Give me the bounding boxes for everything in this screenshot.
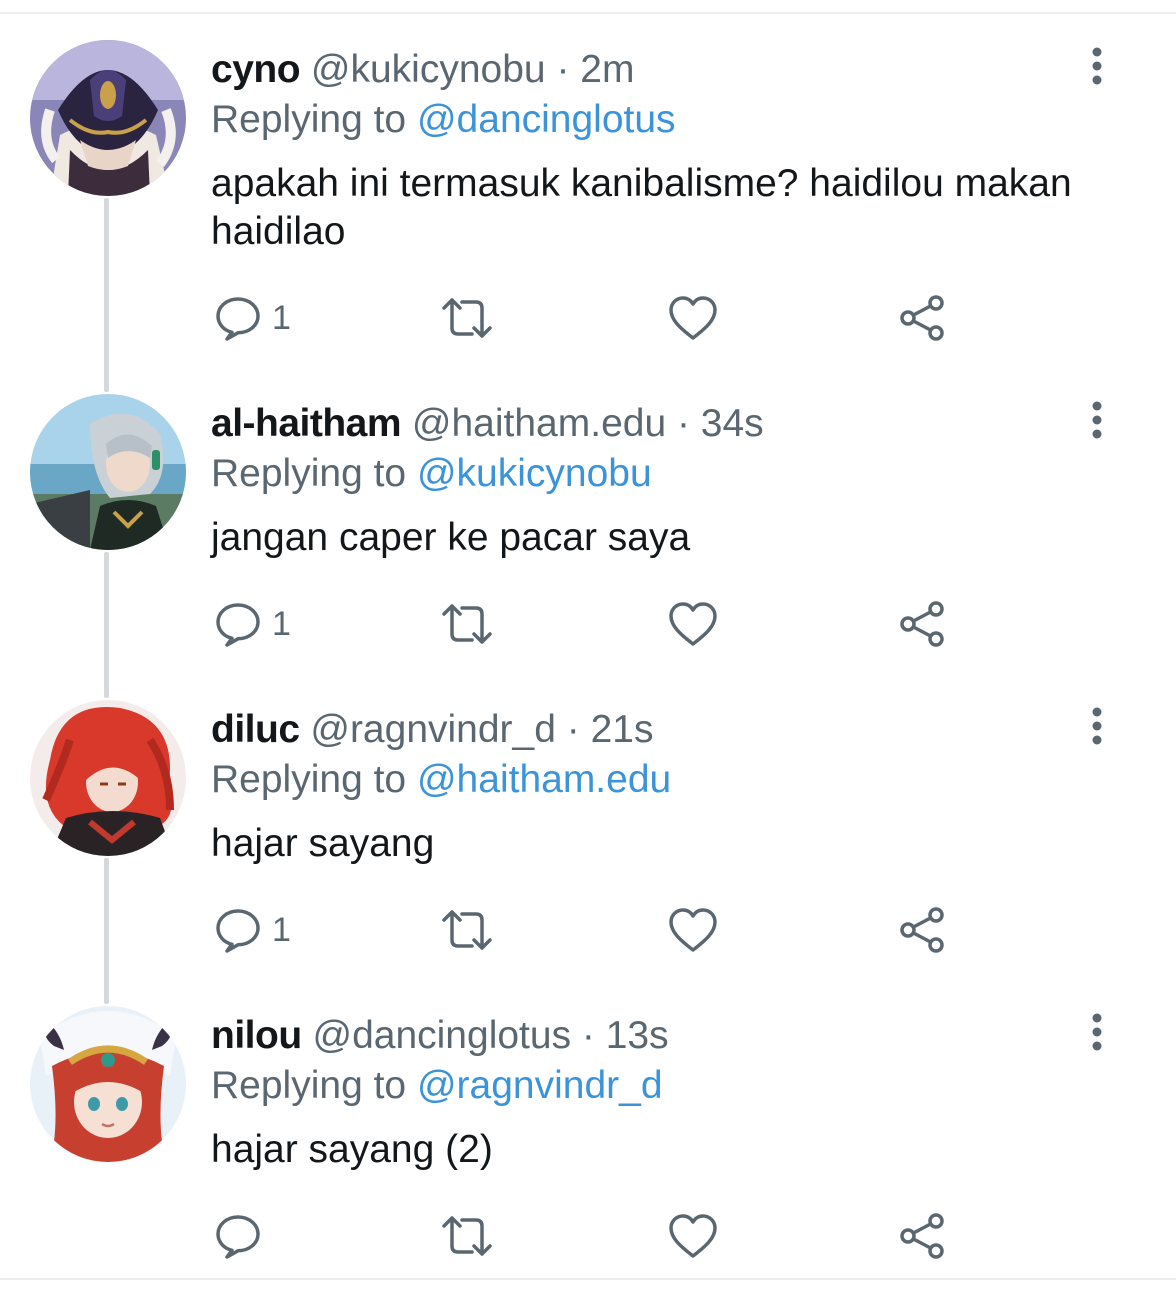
retweet-icon [442, 298, 492, 338]
timestamp[interactable]: · 13s [582, 1014, 669, 1057]
reply-count: 1 [272, 299, 291, 337]
reply-icon [216, 297, 260, 341]
replying-to: Replying to @kukicynobu [211, 450, 652, 498]
heart-icon [669, 908, 717, 952]
replying-to: Replying to @ragnvindr_d [211, 1062, 663, 1110]
reply-icon [216, 909, 260, 953]
reply-icon [216, 603, 260, 647]
more-options-button[interactable] [1080, 44, 1114, 88]
user-handle[interactable]: @haitham.edu [412, 402, 666, 445]
share-button[interactable] [898, 904, 946, 956]
retweet-icon [442, 604, 492, 644]
share-button[interactable] [898, 292, 946, 344]
replying-to-handle[interactable]: @haitham.edu [417, 758, 671, 801]
reply-count: 1 [272, 605, 291, 643]
retweet-button[interactable] [440, 598, 494, 650]
user-handle[interactable]: @kukicynobu [311, 48, 546, 91]
heart-icon [669, 1214, 717, 1258]
replying-to-handle[interactable]: @ragnvindr_d [417, 1064, 663, 1107]
share-icon [900, 295, 944, 341]
avatar[interactable] [30, 1006, 186, 1162]
replying-to-label: Replying to [211, 758, 407, 801]
tweet-header: nilou @dancinglotus · 13s [211, 1012, 669, 1060]
share-button[interactable] [898, 598, 946, 650]
display-name[interactable]: nilou [211, 1014, 302, 1057]
reply-button[interactable]: 1 [214, 598, 291, 650]
more-options-button[interactable] [1080, 1010, 1114, 1054]
tweet[interactable]: al-haitham @haitham.edu · 34s Replying t… [0, 394, 1176, 700]
more-vertical-icon [1092, 401, 1102, 439]
reply-button[interactable]: 1 [214, 904, 291, 956]
more-options-button[interactable] [1080, 704, 1114, 748]
bottom-divider [0, 1278, 1176, 1280]
retweet-icon [442, 910, 492, 950]
display-name[interactable]: cyno [211, 48, 301, 91]
retweet-button[interactable] [440, 1210, 494, 1262]
tweet-text: jangan caper ke pacar saya [211, 516, 691, 559]
like-button[interactable] [668, 598, 718, 650]
display-name[interactable]: al-haitham [211, 402, 402, 445]
retweet-icon [442, 1216, 492, 1256]
avatar[interactable] [30, 394, 186, 550]
retweet-button[interactable] [440, 904, 494, 956]
reply-button[interactable]: 1 [214, 292, 291, 344]
tweet[interactable]: diluc @ragnvindr_d · 21s Replying to @ha… [0, 700, 1176, 1006]
user-handle[interactable]: @ragnvindr_d [310, 708, 556, 751]
display-name[interactable]: diluc [211, 708, 300, 751]
tweet-header: cyno @kukicynobu · 2m [211, 46, 634, 94]
timestamp[interactable]: · 21s [567, 708, 654, 751]
reply-button[interactable] [214, 1210, 272, 1262]
replying-to-label: Replying to [211, 98, 407, 141]
replying-to: Replying to @haitham.edu [211, 756, 671, 804]
replying-to-handle[interactable]: @kukicynobu [417, 452, 652, 495]
reply-icon [216, 1215, 260, 1259]
tweet-header: diluc @ragnvindr_d · 21s [211, 706, 653, 754]
like-button[interactable] [668, 1210, 718, 1262]
tweet-text: hajar sayang (2) [211, 1128, 493, 1171]
avatar[interactable] [30, 40, 186, 196]
like-button[interactable] [668, 292, 718, 344]
like-button[interactable] [668, 904, 718, 956]
reply-count: 1 [272, 911, 291, 949]
retweet-button[interactable] [440, 292, 494, 344]
timestamp[interactable]: · 2m [556, 48, 634, 91]
more-vertical-icon [1092, 47, 1102, 85]
tweet[interactable]: cyno @kukicynobu · 2m Replying to @danci… [0, 40, 1176, 346]
replying-to-label: Replying to [211, 1064, 407, 1107]
timestamp[interactable]: · 34s [677, 402, 764, 445]
share-icon [900, 907, 944, 953]
tweet-text: apakah ini termasuk kanibalisme? haidilo… [211, 162, 1072, 253]
replying-to: Replying to @dancinglotus [211, 96, 676, 144]
share-icon [900, 601, 944, 647]
replying-to-label: Replying to [211, 452, 407, 495]
share-icon [900, 1213, 944, 1259]
tweet[interactable]: nilou @dancinglotus · 13s Replying to @r… [0, 1006, 1176, 1312]
heart-icon [669, 296, 717, 340]
heart-icon [669, 602, 717, 646]
top-divider [0, 12, 1176, 14]
more-vertical-icon [1092, 707, 1102, 745]
replying-to-handle[interactable]: @dancinglotus [417, 98, 676, 141]
more-vertical-icon [1092, 1013, 1102, 1051]
tweet-text: hajar sayang [211, 822, 435, 865]
avatar[interactable] [30, 700, 186, 856]
user-handle[interactable]: @dancinglotus [312, 1014, 571, 1057]
tweet-header: al-haitham @haitham.edu · 34s [211, 400, 764, 448]
more-options-button[interactable] [1080, 398, 1114, 442]
share-button[interactable] [898, 1210, 946, 1262]
